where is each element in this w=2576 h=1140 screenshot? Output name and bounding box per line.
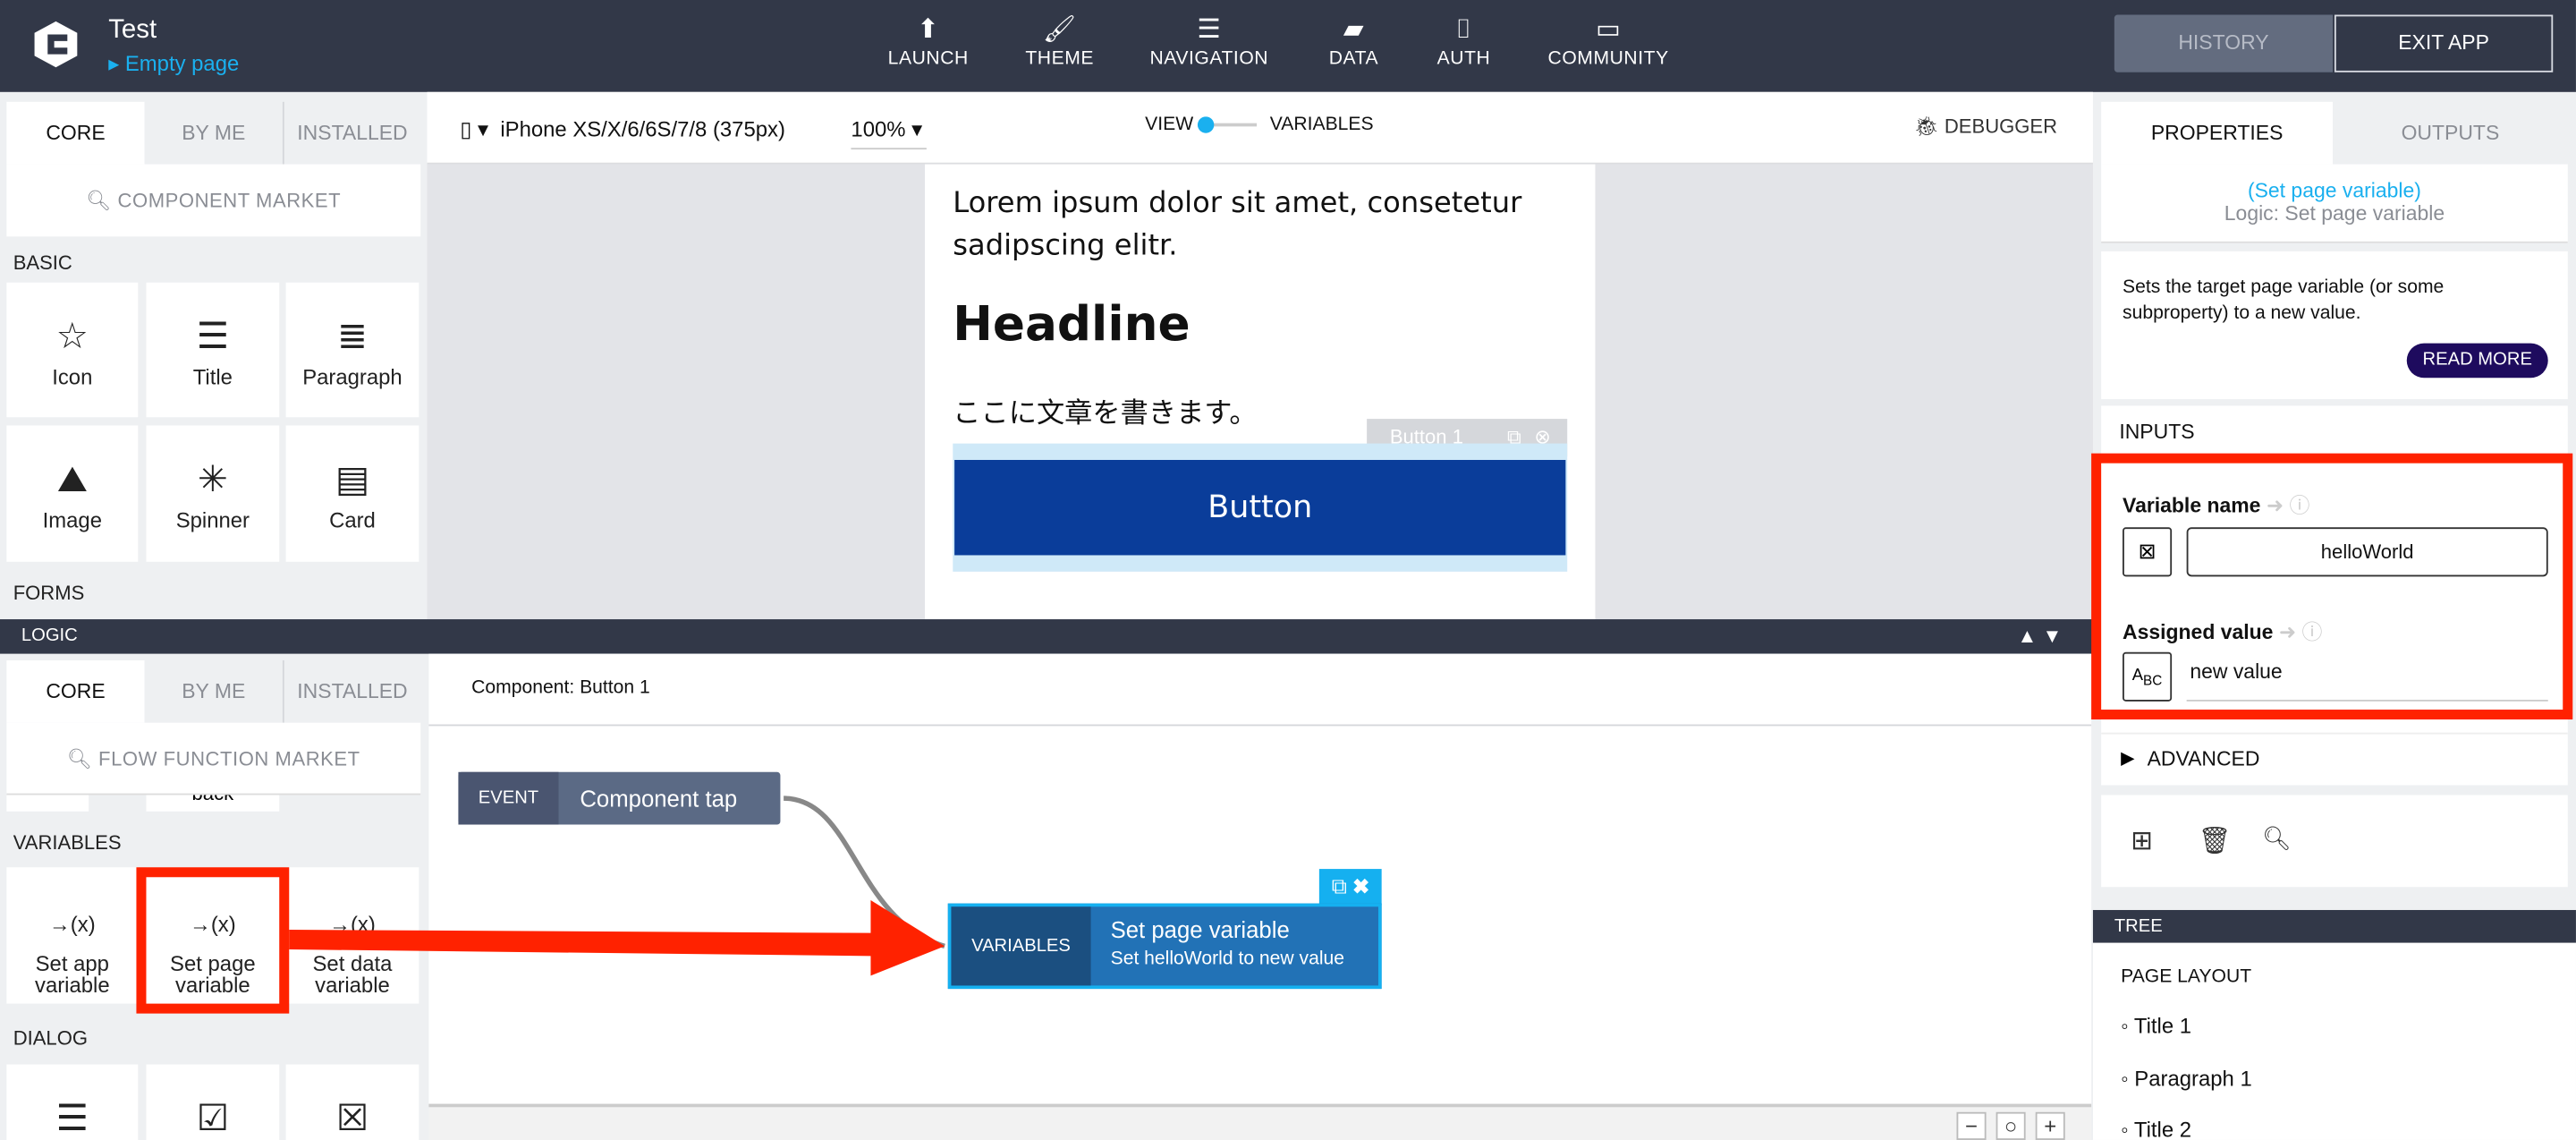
advanced-label: ADVANCED xyxy=(2147,747,2260,770)
arrow-right-circle-icon[interactable]: ➜ xyxy=(2279,621,2296,644)
tree-item-label: Paragraph 1 xyxy=(2134,1066,2252,1091)
add-copy-icon[interactable]: ⊞ xyxy=(2131,825,2153,858)
node-actions: ⧉ ✖ xyxy=(1318,869,1382,906)
variable-picker-icon[interactable]: ⊠ xyxy=(2123,527,2173,577)
annotation-arrow xyxy=(289,899,945,976)
event-node-label: Component tap xyxy=(580,785,738,812)
caret-right-icon: ▶ xyxy=(2121,749,2135,770)
event-node-tag: EVENT xyxy=(458,771,559,825)
label-text: Assigned value xyxy=(2123,620,2274,644)
read-more-button[interactable]: READ MORE xyxy=(2406,343,2548,379)
info-icon[interactable]: ⓘ xyxy=(2289,495,2309,518)
info-icon[interactable]: ⓘ xyxy=(2302,621,2323,644)
tree-item-label: Title 2 xyxy=(2133,1117,2192,1140)
trash-icon[interactable]: 🗑︎ xyxy=(2199,825,2232,858)
tree-item[interactable]: ◦ Title 2 xyxy=(2121,1117,2191,1140)
actions-box: ⊞ 🗑︎ 🔍︎ xyxy=(2101,795,2568,888)
arrow-right-circle-icon[interactable]: ➜ xyxy=(2267,495,2284,518)
duplicate-icon[interactable]: ⧉ xyxy=(1332,874,1347,899)
flow-connector xyxy=(784,795,945,949)
var-node-title: Set page variable xyxy=(1110,916,1290,943)
advanced-toggle[interactable]: ▶ ADVANCED xyxy=(2101,732,2568,786)
inspect-icon[interactable]: 🔍︎ xyxy=(2262,825,2292,853)
node-link[interactable]: (Set page variable) xyxy=(2101,179,2568,202)
tab-properties[interactable]: PROPERTIES xyxy=(2101,101,2334,165)
inputs-heading: INPUTS xyxy=(2119,420,2195,444)
node-summary: (Set page variable) Logic: Set page vari… xyxy=(2101,164,2568,243)
variable-name-label: Variable name ➜ ⓘ xyxy=(2123,488,2309,519)
tree-header: TREE xyxy=(2092,909,2576,943)
var-node-tag: VARIABLES xyxy=(951,906,1091,986)
assigned-value-label: Assigned value ➜ ⓘ xyxy=(2123,615,2322,646)
variable-name-input[interactable]: helloWorld xyxy=(2186,527,2548,577)
description-box: Sets the target page variable (or some s… xyxy=(2101,251,2568,400)
tree-item[interactable]: ◦ Paragraph 1 xyxy=(2121,1066,2252,1091)
text-type-icon[interactable]: ABC xyxy=(2123,651,2173,702)
tree-item-label: Title 1 xyxy=(2133,1013,2192,1039)
var-node-subtitle: Set helloWorld to new value xyxy=(1110,949,1345,970)
tree-item[interactable]: ◦ Title 1 xyxy=(2121,1014,2191,1039)
description-text: Sets the target page variable (or some s… xyxy=(2123,277,2445,324)
assigned-value-input[interactable]: new value xyxy=(2186,660,2548,702)
event-node[interactable]: EVENT Component tap xyxy=(458,771,781,825)
close-icon[interactable]: ✖ xyxy=(1353,874,1369,899)
set-page-variable-node[interactable]: VARIABLES Set page variable Set helloWor… xyxy=(947,903,1382,990)
label-text: Variable name xyxy=(2123,494,2261,518)
page-layout-label: PAGE LAYOUT xyxy=(2121,967,2252,988)
tab-outputs[interactable]: OUTPUTS xyxy=(2333,101,2568,165)
node-subtitle: Logic: Set page variable xyxy=(2224,201,2445,225)
